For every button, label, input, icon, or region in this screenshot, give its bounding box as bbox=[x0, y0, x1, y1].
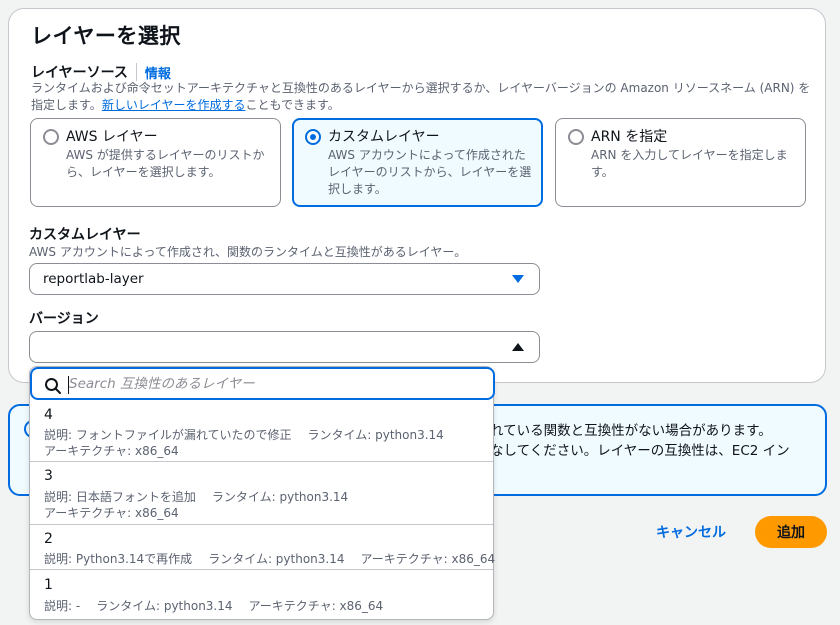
tile-description: ARN を入力してレイヤーを指定します。 bbox=[591, 148, 788, 179]
option-description: 説明: フォントファイルが漏れていたので修正 bbox=[44, 428, 292, 442]
version-label: バージョン bbox=[29, 311, 99, 327]
version-option-2[interactable]: 2 説明: Python3.14で再作成 ランタイム: python3.14 アーキ… bbox=[30, 525, 495, 570]
option-name: 4 bbox=[44, 407, 53, 423]
text-cursor bbox=[68, 376, 69, 394]
option-description: 説明: - bbox=[44, 599, 81, 613]
cancel-button[interactable]: キャンセル bbox=[646, 517, 736, 547]
option-name: 3 bbox=[44, 468, 53, 484]
version-dropdown: 4 説明: フォントファイルが漏れていたので修正ランタイム: python3.1… bbox=[29, 366, 495, 620]
tile-description: AWS が提供するレイヤーのリストから、レイヤーを選択します。 bbox=[66, 148, 265, 179]
version-select[interactable] bbox=[29, 331, 540, 363]
search-icon bbox=[45, 378, 61, 394]
dropdown-search[interactable] bbox=[30, 367, 495, 400]
create-layer-link[interactable]: 新しいレイヤーを作成する bbox=[102, 98, 246, 112]
radio-specify-arn[interactable] bbox=[568, 129, 584, 145]
search-input[interactable] bbox=[68, 374, 483, 394]
tile-specify-arn[interactable]: ARN を指定 ARN を入力してレイヤーを指定します。 bbox=[555, 118, 806, 207]
option-runtime: ランタイム: python3.14 bbox=[96, 599, 233, 613]
layer-source-label: レイヤーソース bbox=[31, 65, 128, 81]
option-description: 説明: Python3.14で再作成 bbox=[44, 552, 193, 566]
tile-description: AWS アカウントによって作成されたレイヤーのリストから、レイヤーを選択します。 bbox=[328, 148, 532, 196]
option-description: 説明: 日本語フォントを追加 bbox=[44, 490, 196, 504]
option-runtime: ランタイム: python3.14 bbox=[307, 428, 444, 442]
layer-source-header: レイヤーソース 情報 bbox=[31, 62, 171, 82]
page-title: レイヤーを選択 bbox=[31, 24, 181, 48]
custom-layer-description: AWS アカウントによって作成され、関数のランタイムと互換性があるレイヤー。 bbox=[29, 245, 467, 259]
version-option-1[interactable]: 1 説明: - ランタイム: python3.14 アーキテクチャ: x86_64 bbox=[30, 571, 493, 619]
option-meta: 説明: フォントファイルが漏れていたので修正 ランタイム: python3.14 bbox=[44, 426, 444, 443]
radio-aws-layer[interactable] bbox=[43, 129, 59, 145]
option-meta: 説明: 日本語フォントを追加 ランタイム: python3.14 bbox=[44, 488, 348, 505]
option-architecture: アーキテクチャ: x86_64 bbox=[248, 599, 384, 613]
version-option-4[interactable]: 4 説明: フォントファイルが漏れていたので修正 ランタイム: python3.1… bbox=[30, 400, 493, 462]
option-runtime: ランタイム: python3.14 bbox=[211, 490, 349, 504]
option-name: 2 bbox=[44, 531, 53, 547]
alert-text: れている関数と互換性がない場合があります。 なしてください。レイヤーの互換性は、… bbox=[490, 421, 810, 461]
option-meta: 説明: - ランタイム: python3.14 アーキテクチャ: x86_64 bbox=[44, 597, 383, 614]
radio-custom-layer[interactable] bbox=[305, 129, 321, 145]
alert-line-2: なしてください。レイヤーの互換性は、EC2 イン bbox=[490, 443, 790, 459]
option-name: 1 bbox=[44, 577, 53, 593]
info-link[interactable]: 情報 bbox=[145, 63, 171, 82]
chevron-down-icon bbox=[512, 275, 524, 283]
option-runtime: ランタイム: python3.14 bbox=[208, 552, 345, 566]
alert-line-1: れている関数と互換性がない場合があります。 bbox=[490, 423, 772, 439]
version-option-3[interactable]: 3 説明: 日本語フォントを追加 ランタイム: python3.14 アーキテクチ… bbox=[30, 462, 493, 525]
custom-layer-label: カスタムレイヤー bbox=[29, 227, 141, 243]
tile-custom-layer[interactable]: カスタムレイヤー AWS アカウントによって作成されたレイヤーのリストから、レイ… bbox=[292, 118, 543, 207]
layer-source-description: ランタイムおよび命令セットアーキテクチャと互換性のあるレイヤーから選択するか、レ… bbox=[31, 80, 811, 114]
custom-layer-value: reportlab-layer bbox=[43, 271, 144, 287]
tile-title: カスタムレイヤー bbox=[328, 129, 440, 145]
custom-layer-select[interactable]: reportlab-layer bbox=[29, 263, 540, 295]
chevron-up-icon bbox=[512, 343, 524, 351]
option-meta: 説明: Python3.14で再作成 ランタイム: python3.14 アーキテク… bbox=[44, 550, 495, 567]
tile-title: AWS レイヤー bbox=[66, 129, 158, 145]
tile-title: ARN を指定 bbox=[591, 129, 668, 145]
tile-aws-layer[interactable]: AWS レイヤー AWS が提供するレイヤーのリストから、レイヤーを選択します。 bbox=[30, 118, 281, 207]
description-suffix: こともできます。 bbox=[245, 98, 340, 112]
option-architecture: アーキテクチャ: x86_64 bbox=[44, 444, 179, 458]
add-button[interactable]: 追加 bbox=[755, 516, 827, 548]
option-architecture: アーキテクチャ: x86_64 bbox=[360, 552, 496, 566]
option-architecture: アーキテクチャ: x86_64 bbox=[44, 506, 179, 520]
divider bbox=[135, 63, 137, 81]
